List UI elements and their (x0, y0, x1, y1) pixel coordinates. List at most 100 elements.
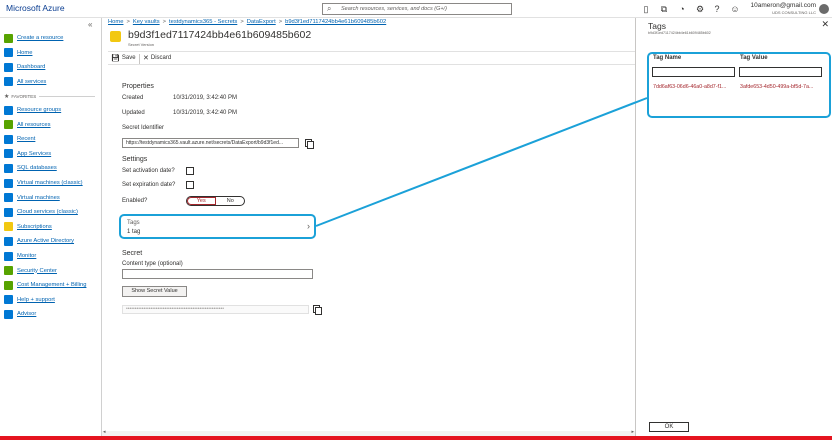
notifications-icon[interactable]: ◔ (676, 3, 688, 15)
enabled-yes-option[interactable]: Yes (187, 197, 217, 205)
show-secret-value-button[interactable]: Show Secret Value (122, 286, 187, 297)
tag-value-input[interactable] (739, 67, 822, 77)
sidebar-item-virtual-machines-classic[interactable]: Virtual machines (classic) (4, 177, 100, 189)
key-icon (110, 31, 121, 42)
collapse-sidebar-icon[interactable]: « (88, 20, 92, 29)
sidebar-item-virtual-machines[interactable]: Virtual machines (4, 192, 100, 204)
feedback-smiley-icon[interactable]: ☺ (729, 3, 741, 15)
tags-panel: Tags b9d3f1ed7117424bb4e61b609485b602 ✕ … (635, 18, 832, 436)
breadcrumb-item[interactable]: Home (108, 19, 123, 25)
sidebar-item-help-support[interactable]: Help + support (4, 294, 100, 306)
tag-value-cell[interactable]: 3afde653-4d50-499a-bf5d-7a... (740, 84, 823, 90)
tags-grid: Tag Name Tag Value 7dd6af63-06d6-46a0-a8… (647, 52, 831, 118)
sidebar-item-home[interactable]: Home (4, 47, 100, 59)
sidebar-item-label: Monitor (17, 253, 37, 259)
sidebar-item-app-services[interactable]: App Services (4, 148, 100, 160)
properties-heading: Properties (122, 83, 154, 90)
resource-groups-icon (4, 105, 13, 115)
sidebar-item-label: App Services (17, 150, 52, 157)
breadcrumb-item[interactable]: testdynamics365 - Secrets (169, 19, 237, 25)
content-type-label: Content type (optional) (122, 261, 183, 267)
tag-name-input[interactable] (652, 67, 735, 77)
copy-icon[interactable] (313, 305, 322, 315)
person-icon (4, 295, 13, 305)
page-title: b9d3f1ed7117424bb4e61b609485b602 (128, 29, 312, 41)
tags-row[interactable]: Tags 1 tag › (119, 214, 316, 239)
search-icon: ⌕ (327, 4, 332, 13)
copy-icon[interactable] (305, 139, 314, 149)
sidebar-item-create-a-resource[interactable]: Create a resource (4, 32, 100, 44)
breadcrumb: Home > Key vaults > testdynamics365 - Secret… (108, 19, 386, 25)
secret-identifier-field[interactable]: https://testdynamics365.vault.azure.net/… (122, 138, 299, 148)
sidebar-item-advisor[interactable]: Advisor (4, 308, 100, 320)
search-input[interactable]: ⌕ Search resources, services, and docs (… (322, 3, 512, 15)
sidebar-item-recent[interactable]: Recent (4, 133, 100, 145)
sidebar-item-dashboard[interactable]: Dashboard (4, 61, 100, 73)
updated-label: Updated (122, 110, 145, 116)
scroll-left-icon[interactable]: ◂ (103, 429, 106, 435)
sidebar-item-cloud-services-classic[interactable]: Cloud services (classic) (4, 206, 100, 218)
enabled-toggle[interactable]: Yes No (186, 196, 245, 206)
sidebar-item-label: Resource groups (17, 107, 62, 113)
sidebar: « Create a resource Home Dashboard All serv… (0, 18, 102, 436)
expiration-date-checkbox[interactable] (186, 181, 194, 189)
scroll-right-icon[interactable]: ▸ (631, 429, 634, 435)
sidebar-item-cost-management-billing[interactable]: Cost Management + Billing (4, 279, 100, 291)
sidebar-item-all-resources[interactable]: All resources (4, 119, 100, 131)
sidebar-item-label: Recent (17, 136, 36, 143)
save-icon: 💾︎ (111, 55, 120, 62)
settings-gear-icon[interactable]: ⚙ (694, 3, 706, 15)
search-placeholder: Search resources, services, and docs (G+… (341, 6, 447, 12)
brand-logo[interactable]: Microsoft Azure (6, 3, 65, 13)
discard-button[interactable]: ✕ Discard (143, 54, 171, 62)
help-icon[interactable]: ? (711, 3, 723, 15)
sidebar-item-label: Help + support (17, 296, 55, 303)
sidebar-item-all-services[interactable]: All services (4, 76, 100, 88)
sidebar-item-label: SQL databases (17, 165, 57, 172)
discard-label: Discard (150, 55, 172, 61)
sidebar-item-resource-groups[interactable]: Resource groups (4, 104, 100, 116)
sidebar-item-label: Cost Management + Billing (17, 282, 87, 289)
sidebar-item-label: Virtual machines (17, 194, 60, 201)
breadcrumb-item[interactable]: DataExport (247, 19, 276, 25)
secret-value-field[interactable]: ••••••••••••••••••••••••••••••••••••••••… (122, 305, 309, 314)
sidebar-item-label: Virtual machines (classic) (17, 180, 83, 186)
sidebar-item-security-center[interactable]: Security Center (4, 265, 100, 277)
sidebar-item-label: Security Center (17, 267, 57, 274)
directory-filter-icon[interactable]: ⧉ (658, 3, 670, 15)
avatar[interactable] (819, 4, 829, 14)
monitor-icon (4, 251, 13, 261)
cloud-shell-icon[interactable]: ▯ (640, 3, 652, 15)
tag-name-cell[interactable]: 7dd6af63-06d6-46a0-a8d7-f1... (653, 84, 736, 90)
breadcrumb-item[interactable]: Key vaults (133, 19, 160, 25)
sidebar-item-label: Dashboard (17, 64, 46, 71)
sidebar-item-sql-databases[interactable]: SQL databases (4, 162, 100, 174)
enabled-no-option[interactable]: No (216, 197, 244, 205)
favorites-header: ★ FAVORITES (4, 93, 98, 100)
breadcrumb-item[interactable]: b9d3f1ed7117424bb4e61b609485b602 (285, 19, 386, 25)
expiration-date-label: Set expiration date? (122, 182, 176, 188)
secret-identifier-label: Secret Identifier (122, 125, 165, 131)
tags-label: Tags (127, 220, 140, 226)
close-icon[interactable]: ✕ (821, 19, 829, 30)
breadcrumb-separator: > (240, 19, 244, 25)
activation-date-checkbox[interactable] (186, 167, 194, 175)
page-subtitle: Secret Version (128, 42, 155, 47)
tag-value-header: Tag Value (740, 55, 768, 61)
database-icon (4, 163, 13, 173)
sidebar-item-label: All resources (17, 121, 51, 128)
account-email[interactable]: 10ameron@gmail.com (751, 2, 817, 9)
ok-button[interactable]: OK (649, 422, 689, 432)
aad-icon (4, 236, 13, 246)
save-label: Save (121, 55, 136, 61)
tags-panel-subtitle: b9d3f1ed7117424bb4e61b609485b602 (648, 31, 711, 35)
close-icon: ✕ (143, 55, 149, 62)
sidebar-item-subscriptions[interactable]: Subscriptions (4, 221, 100, 233)
save-button[interactable]: 💾︎ Save (111, 54, 136, 62)
sidebar-item-monitor[interactable]: Monitor (4, 250, 100, 262)
plus-icon (4, 33, 13, 43)
shield-icon (4, 266, 13, 276)
sidebar-item-azure-active-directory[interactable]: Azure Active Directory (4, 235, 100, 247)
content-type-field[interactable] (122, 269, 313, 279)
globe-icon (4, 149, 13, 159)
